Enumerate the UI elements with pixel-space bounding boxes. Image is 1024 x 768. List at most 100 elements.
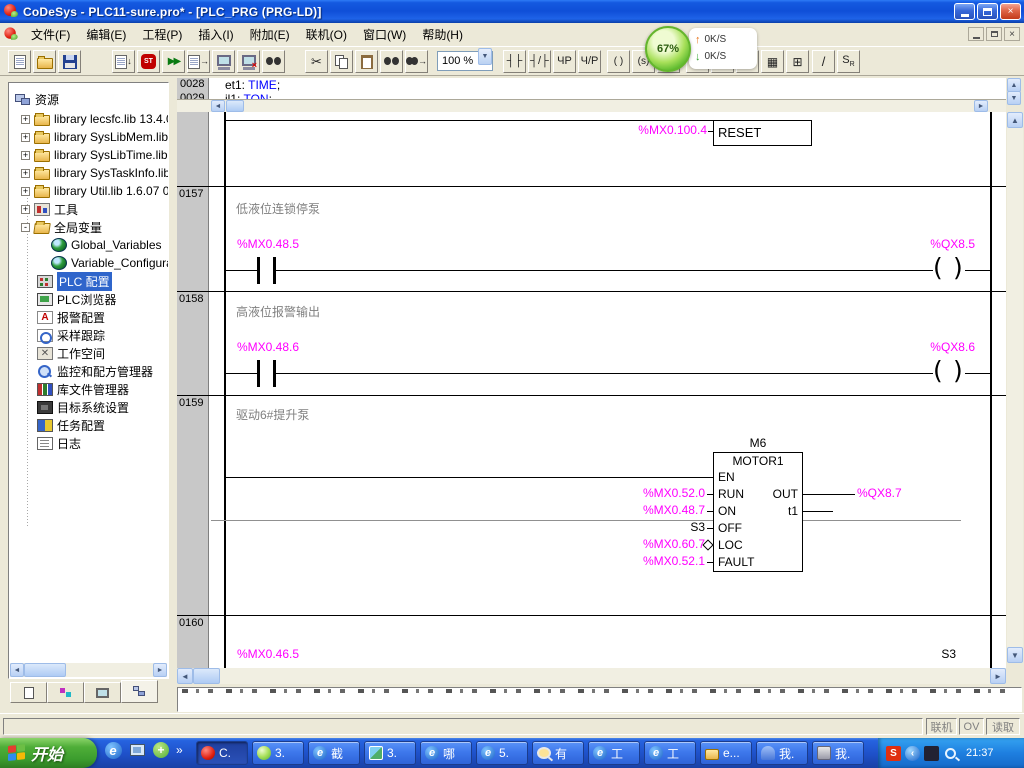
tree-item-library-util[interactable]: + library Util.lib 1.6.07 09 bbox=[21, 182, 169, 200]
task-ball[interactable]: 3. bbox=[252, 741, 304, 765]
menu-file[interactable]: 文件(F) bbox=[23, 23, 78, 46]
menu-insert[interactable]: 插入(I) bbox=[190, 23, 241, 46]
minimize-button[interactable] bbox=[954, 3, 975, 20]
ladder-editor[interactable]: %MX0.100.4 RESET 0157 低液位连锁停泵 %MX0.48.5 … bbox=[177, 112, 1006, 668]
find-next-button[interactable]: → bbox=[405, 50, 428, 73]
task-codesys[interactable]: C. bbox=[196, 741, 248, 765]
tree-item-log[interactable]: 日志 bbox=[37, 434, 81, 452]
declaration-horizontal-scrollbar[interactable]: ◄ ► bbox=[177, 99, 1006, 112]
new-file-button[interactable] bbox=[8, 50, 31, 73]
scroll-left-icon[interactable]: ◄ bbox=[177, 668, 193, 684]
negate-button[interactable]: / bbox=[812, 50, 835, 73]
scroll-thumb[interactable] bbox=[193, 668, 220, 684]
expand-icon[interactable]: + bbox=[21, 169, 30, 178]
tree-item-global-variables-folder[interactable]: - 全局变量 bbox=[21, 218, 102, 236]
tray-arrow-icon[interactable]: ‹ bbox=[905, 746, 920, 761]
step-button[interactable]: → bbox=[187, 50, 210, 73]
expand-icon[interactable]: + bbox=[21, 151, 30, 160]
task-printer[interactable]: 我. bbox=[812, 741, 864, 765]
block-instance-name[interactable]: M6 bbox=[713, 437, 803, 450]
tray-s-icon[interactable]: S bbox=[886, 746, 901, 761]
global-search-button[interactable] bbox=[262, 50, 285, 73]
copy-button[interactable] bbox=[330, 50, 353, 73]
scroll-up-icon[interactable]: ▲ bbox=[1007, 78, 1021, 92]
net-meter-ball[interactable]: 67% bbox=[645, 26, 691, 72]
expand-icon[interactable]: + bbox=[21, 187, 30, 196]
tree-item-library-lecsfc[interactable]: + library lecsfc.lib 13.4.0 bbox=[21, 110, 169, 128]
tree-root-resources[interactable]: 资源 bbox=[15, 90, 59, 108]
output-label[interactable]: %QX8.7 bbox=[857, 487, 902, 500]
insert-negated-contact-button[interactable]: ┤/├ bbox=[528, 50, 551, 73]
menu-extras[interactable]: 附加(E) bbox=[242, 23, 298, 46]
scroll-up-icon[interactable]: ▲ bbox=[1007, 112, 1023, 128]
green-plus-icon[interactable]: + bbox=[152, 741, 170, 759]
set-reset-button[interactable]: SR bbox=[837, 50, 860, 73]
contact-symbol[interactable] bbox=[273, 257, 276, 284]
expand-icon[interactable]: + bbox=[21, 205, 30, 214]
download-button[interactable]: ↓ bbox=[112, 50, 135, 73]
scroll-down-icon[interactable]: ▼ bbox=[1007, 91, 1021, 105]
contact-label[interactable]: %MX0.48.6 bbox=[237, 341, 299, 354]
operand-label[interactable]: %MX0.48.7 bbox=[595, 504, 705, 517]
tree-item-plc-browser[interactable]: PLC浏览器 bbox=[37, 290, 116, 308]
operand-label[interactable]: %MX0.52.0 bbox=[595, 487, 705, 500]
cut-button[interactable]: ✂ bbox=[305, 50, 328, 73]
contact-label[interactable]: %MX0.48.5 bbox=[237, 238, 299, 251]
tree-item-target-settings[interactable]: 目标系统设置 bbox=[37, 398, 129, 416]
message-window[interactable] bbox=[177, 687, 1022, 712]
run-button[interactable]: ▶▶ bbox=[162, 50, 185, 73]
coil-symbol[interactable]: ) bbox=[953, 255, 963, 281]
tab-pous[interactable] bbox=[10, 682, 47, 703]
close-button[interactable]: × bbox=[1000, 3, 1021, 20]
mdi-minimize-button[interactable] bbox=[968, 27, 984, 41]
operand-label[interactable]: %MX0.60.7 bbox=[595, 538, 705, 551]
tree-item-global-variables[interactable]: Global_Variables bbox=[51, 236, 162, 254]
tree-item-workspace[interactable]: ✕ 工作空间 bbox=[37, 344, 105, 362]
menu-project[interactable]: 工程(P) bbox=[134, 23, 190, 46]
scroll-left-icon[interactable]: ◄ bbox=[10, 663, 24, 677]
tree-item-library-syslibmem[interactable]: + library SysLibMem.lib 1 bbox=[21, 128, 169, 146]
coil-symbol[interactable]: ( bbox=[933, 255, 943, 281]
motor1-function-block[interactable]: MOTOR1 EN RUN ON OFF LOC FAULT OUT t1 bbox=[713, 452, 803, 572]
contact-symbol[interactable] bbox=[273, 360, 276, 387]
rung-comment[interactable]: 驱动6#提升泵 bbox=[236, 409, 309, 422]
scroll-right-icon[interactable]: ► bbox=[153, 663, 167, 677]
declaration-row[interactable]: 0028 et1: TIME; bbox=[177, 78, 1006, 92]
tree-item-watch-recipe-manager[interactable]: 监控和配方管理器 bbox=[37, 362, 153, 380]
ie-quicklaunch-icon[interactable]: e bbox=[104, 741, 122, 759]
operand-label[interactable]: S3 bbox=[595, 521, 705, 534]
menu-help[interactable]: 帮助(H) bbox=[414, 23, 471, 46]
task-ie-1[interactable]: e截 bbox=[308, 741, 360, 765]
find-button[interactable] bbox=[380, 50, 403, 73]
task-ie-3[interactable]: e5. bbox=[476, 741, 528, 765]
mdi-close-button[interactable]: × bbox=[1004, 27, 1020, 41]
mdi-restore-button[interactable] bbox=[986, 27, 1002, 41]
restore-button[interactable] bbox=[977, 3, 998, 20]
operand-label[interactable]: %MX0.100.4 bbox=[577, 124, 707, 137]
reset-box[interactable]: RESET bbox=[713, 120, 812, 146]
tree-item-library-syslibtime[interactable]: + library SysLibTime.lib 1 bbox=[21, 146, 169, 164]
tree-item-variable-configuration[interactable]: Variable_Configura bbox=[51, 254, 169, 272]
tree-item-sampling-trace[interactable]: 采样跟踪 bbox=[37, 326, 105, 344]
task-search[interactable]: 有 bbox=[532, 741, 584, 765]
menu-online[interactable]: 联机(O) bbox=[298, 23, 355, 46]
show-desktop-icon[interactable] bbox=[128, 741, 146, 759]
coil-symbol[interactable]: ) bbox=[953, 358, 963, 384]
stop-button[interactable]: ST bbox=[137, 50, 160, 73]
declaration-row-clipped[interactable]: 0029 il1: TON; bbox=[177, 92, 1006, 99]
task-picture[interactable]: 3. bbox=[364, 741, 416, 765]
tree-item-library-manager[interactable]: 库文件管理器 bbox=[37, 380, 129, 398]
ladder-vertical-scrollbar[interactable]: ▲ ▼ bbox=[1007, 112, 1023, 663]
coil-symbol[interactable]: ( bbox=[933, 358, 943, 384]
insert-function-block-button[interactable]: ▦ bbox=[761, 50, 784, 73]
contact-label[interactable]: %MX0.46.5 bbox=[237, 648, 299, 661]
scroll-left-icon[interactable]: ◄ bbox=[211, 100, 225, 112]
tree-horizontal-scrollbar[interactable]: ◄ ► bbox=[10, 663, 167, 677]
tree-item-plc-configuration[interactable]: PLC 配置 bbox=[37, 272, 112, 290]
scroll-right-icon[interactable]: ► bbox=[974, 100, 988, 112]
tab-visualizations[interactable] bbox=[84, 682, 121, 703]
expand-icon[interactable]: + bbox=[21, 133, 30, 142]
insert-parallel-contact-button[interactable]: ЧР bbox=[553, 50, 576, 73]
operand-label[interactable]: %MX0.52.1 bbox=[595, 555, 705, 568]
insert-contact-button[interactable]: ┤├ bbox=[503, 50, 526, 73]
